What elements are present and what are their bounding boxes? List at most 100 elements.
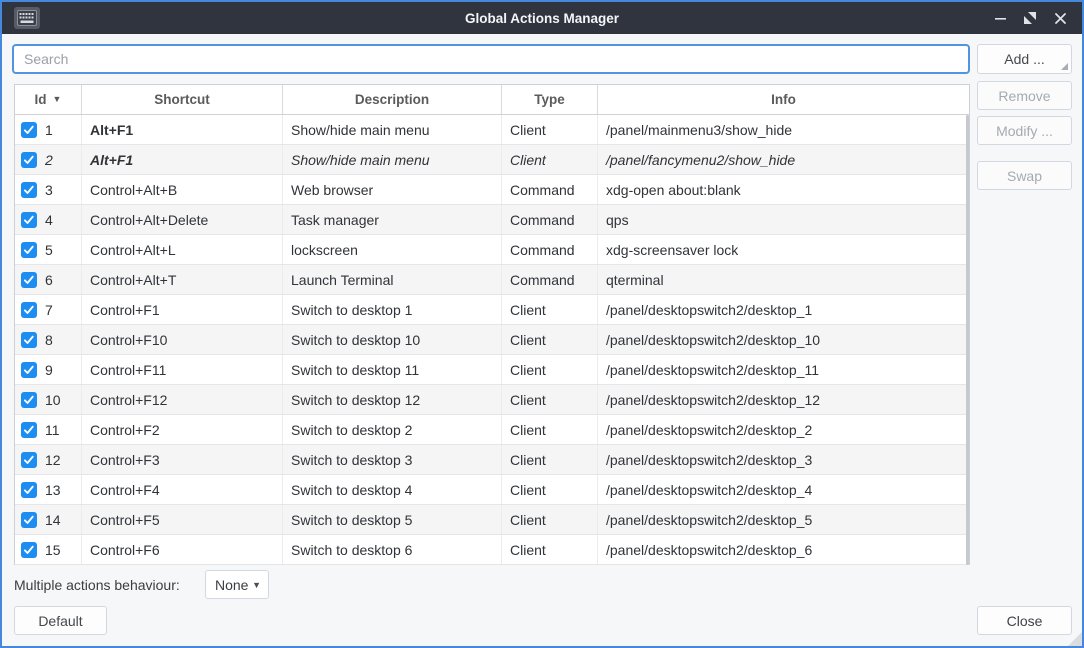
restore-button[interactable] xyxy=(1018,6,1042,30)
row-enabled-checkbox[interactable] xyxy=(21,422,37,438)
table-row[interactable]: 3Control+Alt+BWeb browserCommandxdg-open… xyxy=(15,175,969,205)
column-header-shortcut[interactable]: Shortcut xyxy=(82,85,283,114)
restore-icon xyxy=(1024,12,1036,24)
row-enabled-checkbox[interactable] xyxy=(21,212,37,228)
minimize-icon xyxy=(995,13,1006,24)
column-header-id[interactable]: Id ▼ xyxy=(15,85,82,114)
row-info: /panel/desktopswitch2/desktop_1 xyxy=(598,295,969,324)
column-header-info[interactable]: Info xyxy=(598,85,969,114)
row-enabled-checkbox[interactable] xyxy=(21,542,37,558)
row-description: Switch to desktop 12 xyxy=(283,385,502,414)
table-row[interactable]: 14Control+F5Switch to desktop 5Client/pa… xyxy=(15,505,969,535)
close-button[interactable] xyxy=(1048,6,1072,30)
check-icon xyxy=(23,364,35,376)
check-icon xyxy=(23,424,35,436)
remove-button[interactable]: Remove xyxy=(977,81,1072,110)
titlebar[interactable]: Global Actions Manager xyxy=(2,2,1082,34)
table-row[interactable]: 13Control+F4Switch to desktop 4Client/pa… xyxy=(15,475,969,505)
row-info: /panel/desktopswitch2/desktop_11 xyxy=(598,355,969,384)
row-info: /panel/desktopswitch2/desktop_4 xyxy=(598,475,969,504)
table-row[interactable]: 2 Alt+F1Show/hide main menuClient/panel/f… xyxy=(15,145,969,175)
row-id: 15 xyxy=(45,542,61,558)
row-id: 5 xyxy=(45,242,53,258)
close-icon xyxy=(1055,13,1066,24)
row-id: 4 xyxy=(45,212,53,228)
table-row[interactable]: 10Control+F12Switch to desktop 12Client/… xyxy=(15,385,969,415)
row-shortcut: Control+F3 xyxy=(82,445,283,474)
sort-descending-icon: ▼ xyxy=(53,95,62,104)
row-description: Launch Terminal xyxy=(283,265,502,294)
row-type: Client xyxy=(502,385,598,414)
row-description: Show/hide main menu xyxy=(283,145,502,174)
row-id-cell: 12 xyxy=(15,445,82,474)
search-input[interactable] xyxy=(12,44,970,74)
row-info: xdg-open about:blank xyxy=(598,175,969,204)
row-info: qterminal xyxy=(598,265,969,294)
row-enabled-checkbox[interactable] xyxy=(21,182,37,198)
row-enabled-checkbox[interactable] xyxy=(21,272,37,288)
column-header-info-label: Info xyxy=(771,92,796,107)
row-id-cell: 10 xyxy=(15,385,82,414)
table-vertical-scrollbar[interactable] xyxy=(966,115,969,565)
row-enabled-checkbox[interactable] xyxy=(21,152,37,168)
row-enabled-checkbox[interactable] xyxy=(21,242,37,258)
column-header-description[interactable]: Description xyxy=(283,85,502,114)
close-dialog-button-label: Close xyxy=(1007,613,1043,629)
row-enabled-checkbox[interactable] xyxy=(21,482,37,498)
table-row[interactable]: 12Control+F3Switch to desktop 3Client/pa… xyxy=(15,445,969,475)
row-info: /panel/fancymenu2/show_hide xyxy=(598,145,969,174)
row-shortcut: Alt+F1 xyxy=(82,145,283,174)
table-row[interactable]: 9Control+F11Switch to desktop 11Client/p… xyxy=(15,355,969,385)
global-actions-manager-window: Global Actions Manager Add .. xyxy=(0,0,1084,648)
row-type: Client xyxy=(502,505,598,534)
check-icon xyxy=(23,514,35,526)
row-enabled-checkbox[interactable] xyxy=(21,122,37,138)
row-shortcut: Control+F10 xyxy=(82,325,283,354)
row-id-cell: 13 xyxy=(15,475,82,504)
row-enabled-checkbox[interactable] xyxy=(21,302,37,318)
table-row[interactable]: 7Control+F1Switch to desktop 1Client/pan… xyxy=(15,295,969,325)
row-id: 2 xyxy=(45,152,53,168)
chevron-down-icon: ▼ xyxy=(252,580,261,590)
table-row[interactable]: 11Control+F2Switch to desktop 2Client/pa… xyxy=(15,415,969,445)
row-id: 13 xyxy=(45,482,61,498)
row-enabled-checkbox[interactable] xyxy=(21,362,37,378)
row-shortcut: Control+Alt+B xyxy=(82,175,283,204)
table-row[interactable]: 1Alt+F1Show/hide main menuClient/panel/m… xyxy=(15,115,969,145)
row-description: Switch to desktop 10 xyxy=(283,325,502,354)
close-dialog-button[interactable]: Close xyxy=(977,606,1072,635)
row-type: Client xyxy=(502,145,598,174)
row-description: Switch to desktop 4 xyxy=(283,475,502,504)
add-button[interactable]: Add ... xyxy=(977,44,1072,74)
table-row[interactable]: 6Control+Alt+TLaunch TerminalCommandqter… xyxy=(15,265,969,295)
row-info: /panel/desktopswitch2/desktop_12 xyxy=(598,385,969,414)
minimize-button[interactable] xyxy=(988,6,1012,30)
row-enabled-checkbox[interactable] xyxy=(21,392,37,408)
row-enabled-checkbox[interactable] xyxy=(21,452,37,468)
check-icon xyxy=(23,274,35,286)
row-id: 12 xyxy=(45,452,61,468)
row-id: 7 xyxy=(45,302,53,318)
table-header: Id ▼ Shortcut Description Type Info xyxy=(15,85,969,115)
row-id: 14 xyxy=(45,512,61,528)
row-enabled-checkbox[interactable] xyxy=(21,512,37,528)
remove-button-label: Remove xyxy=(998,88,1050,104)
column-header-type[interactable]: Type xyxy=(502,85,598,114)
row-description: Switch to desktop 2 xyxy=(283,415,502,444)
row-info: xdg-screensaver lock xyxy=(598,235,969,264)
row-shortcut: Control+F5 xyxy=(82,505,283,534)
default-button[interactable]: Default xyxy=(14,606,107,635)
row-enabled-checkbox[interactable] xyxy=(21,332,37,348)
keyboard-app-icon xyxy=(14,7,40,29)
row-info: /panel/mainmenu3/show_hide xyxy=(598,115,969,144)
table-row[interactable]: 4Control+Alt+DeleteTask managerCommandqp… xyxy=(15,205,969,235)
behaviour-combobox[interactable]: None ▼ xyxy=(205,570,269,599)
table-row[interactable]: 15Control+F6Switch to desktop 6Client/pa… xyxy=(15,535,969,565)
modify-button[interactable]: Modify ... xyxy=(977,116,1072,145)
swap-button[interactable]: Swap xyxy=(977,161,1072,190)
table-row[interactable]: 5Control+Alt+LlockscreenCommandxdg-scree… xyxy=(15,235,969,265)
check-icon xyxy=(23,214,35,226)
table-row[interactable]: 8Control+F10Switch to desktop 10Client/p… xyxy=(15,325,969,355)
row-id-cell: 2 xyxy=(15,145,82,174)
table-body: 1Alt+F1Show/hide main menuClient/panel/m… xyxy=(15,115,969,565)
